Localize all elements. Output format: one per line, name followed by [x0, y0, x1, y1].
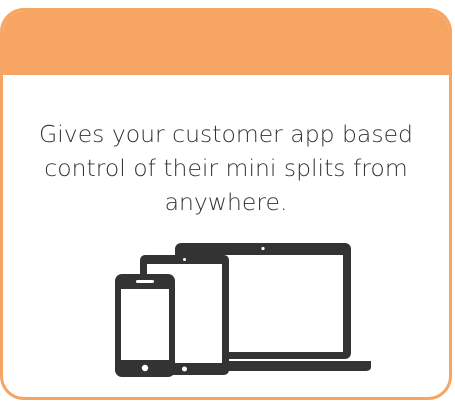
devices-icon — [115, 243, 371, 377]
feature-card: Gives your customer app based control of… — [0, 8, 452, 400]
card-header-bar — [3, 11, 449, 75]
feature-description: Gives your customer app based control of… — [39, 120, 413, 216]
phone-icon — [115, 274, 175, 377]
